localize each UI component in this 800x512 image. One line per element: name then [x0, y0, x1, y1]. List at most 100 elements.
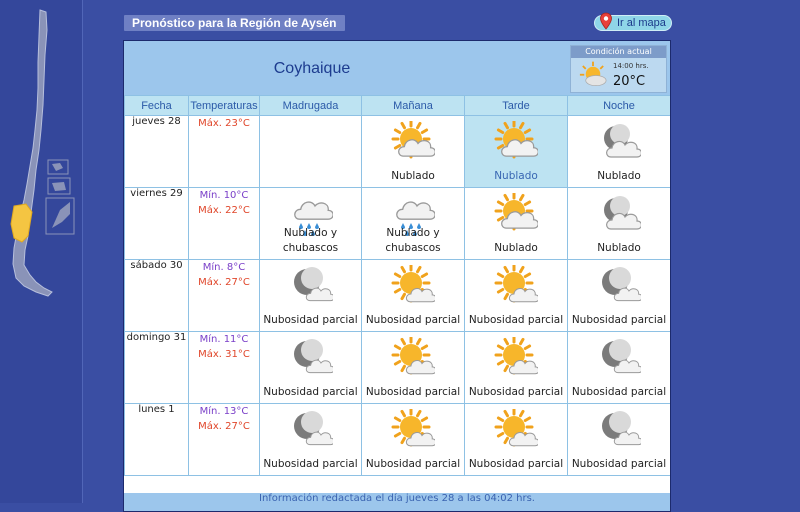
forecast-cell-manana: Nublado: [361, 115, 465, 188]
map-chile-regions[interactable]: [12, 9, 53, 297]
forecast-description: Nublado: [597, 242, 641, 254]
max-temperature: Máx. 27°C: [198, 277, 250, 288]
max-temperature: Máx. 31°C: [198, 349, 250, 360]
forecast-cell-madrugada: Nubosidad parcial: [259, 403, 362, 476]
forecast-description: Nubosidad parcial: [365, 386, 461, 398]
table-row: domingo 31 Mín. 11°C Máx. 31°C Nubosidad p…: [124, 331, 670, 404]
partly-cloudy-sun-icon: [494, 409, 538, 447]
current-conditions: Condición actual 14:00 hrs. 20°C: [570, 45, 667, 93]
partly-cloudy-sun-icon: [494, 337, 538, 375]
day-temperatures: Mín. 13°C Máx. 27°C: [188, 403, 260, 476]
forecast-description: Nubosidad parcial: [263, 458, 358, 470]
forecast-cell-noche: Nublado: [567, 115, 670, 188]
chile-map-panel: [0, 0, 83, 503]
day-temperatures: Máx. 23°C: [188, 115, 260, 188]
forecast-cell-manana: Nublado y chubascos: [361, 187, 465, 260]
forecast-cell-madrugada: [259, 115, 362, 188]
table-header-row: Fecha Temperaturas Madrugada Mañana Tard…: [124, 95, 670, 116]
max-temperature: Máx. 22°C: [198, 205, 250, 216]
forecast-description: Nublado: [494, 242, 538, 254]
city-header: Coyhaique Condición actual 14:00 hrs. 20…: [124, 41, 670, 95]
current-temperature: 20°C: [613, 74, 646, 89]
city-name: Coyhaique: [273, 60, 351, 77]
map-region-aysen[interactable]: [10, 203, 33, 243]
cloudy-sun-icon: [494, 121, 538, 159]
forecast-description: Nubosidad parcial: [263, 314, 358, 326]
current-time: 14:00 hrs.: [613, 62, 649, 70]
map-antarctica: [52, 202, 70, 228]
min-temperature: Mín. 8°C: [202, 262, 246, 273]
current-conditions-label: Condición actual: [571, 46, 666, 58]
partly-cloudy-moon-icon: [602, 267, 641, 302]
day-date: sábado 30: [124, 259, 189, 332]
forecast-description: Nublado: [494, 170, 538, 182]
forecast-description: Nubosidad parcial: [365, 314, 461, 326]
partly-cloudy-sun-icon: [494, 265, 538, 303]
cloudy-moon-icon: [604, 196, 641, 230]
min-temperature: Mín. 10°C: [199, 190, 249, 201]
day-temperatures: Mín. 11°C Máx. 31°C: [188, 331, 260, 404]
map-island-1: [52, 163, 63, 171]
forecast-cell-tarde: Nubosidad parcial: [464, 259, 568, 332]
table-row: jueves 28 Máx. 23°C Nublado Nublado Nubla…: [124, 115, 670, 188]
forecast-table: Fecha Temperaturas Madrugada Mañana Tard…: [124, 95, 670, 476]
partly-cloudy-moon-icon: [293, 267, 333, 302]
day-date: lunes 1: [124, 403, 189, 476]
forecast-cell-tarde: Nublado: [464, 187, 568, 260]
forecast-cell-madrugada: Nublado y chubascos: [259, 187, 362, 260]
forecast-description: Nubosidad parcial: [468, 314, 564, 326]
chile-map[interactable]: [0, 0, 82, 300]
forecast-description: Nubosidad parcial: [365, 458, 461, 470]
map-island-2: [52, 182, 66, 191]
go-to-map-button[interactable]: Ir al mapa: [594, 12, 672, 31]
forecast-cell-manana: Nubosidad parcial: [361, 259, 465, 332]
day-date: domingo 31: [124, 331, 189, 404]
forecast-description: Nublado: [597, 170, 641, 182]
min-temperature: Mín. 11°C: [199, 334, 249, 345]
forecast-cell-madrugada: Nubosidad parcial: [259, 259, 362, 332]
table-row: sábado 30 Mín. 8°C Máx. 27°C Nubosidad par…: [124, 259, 670, 332]
day-date: viernes 29: [124, 187, 189, 260]
header-temperaturas: Temperaturas: [188, 95, 260, 116]
partly-cloudy-moon-icon: [293, 339, 333, 374]
header-tarde: Tarde: [464, 95, 568, 116]
day-temperatures: Mín. 10°C Máx. 22°C: [188, 187, 260, 260]
partly-cloudy-moon-icon: [602, 339, 641, 374]
cloudy-moon-icon: [604, 124, 641, 158]
partly-cloudy-sun-icon: [391, 409, 435, 447]
day-temperatures: Mín. 8°C Máx. 27°C: [188, 259, 260, 332]
header-fecha: Fecha: [124, 95, 189, 116]
forecast-description: Nublado: [391, 170, 435, 182]
max-temperature: Máx. 23°C: [198, 118, 250, 129]
cloudy-sun-icon: [494, 193, 538, 231]
forecast-cell-tarde: Nublado: [464, 115, 568, 188]
forecast-cell-manana: Nubosidad parcial: [361, 403, 465, 476]
forecast-description: Nubosidad parcial: [263, 386, 358, 398]
forecast-cell-noche: Nubosidad parcial: [567, 331, 670, 404]
forecast-description: Nubosidad parcial: [571, 458, 667, 470]
day-date: jueves 28: [124, 115, 189, 188]
cloudy-sun-icon: [391, 121, 435, 159]
forecast-cell-tarde: Nubosidad parcial: [464, 403, 568, 476]
forecast-cell-manana: Nubosidad parcial: [361, 331, 465, 404]
forecast-cell-tarde: Nubosidad parcial: [464, 331, 568, 404]
forecast-cell-noche: Nublado: [567, 187, 670, 260]
forecast-description: Nublado y chubascos: [282, 227, 339, 254]
forecast-description: Nubosidad parcial: [468, 386, 564, 398]
max-temperature: Máx. 27°C: [198, 421, 250, 432]
min-temperature: Mín. 13°C: [199, 406, 249, 417]
map-pin-icon: [600, 12, 612, 30]
forecast-cell-madrugada: Nubosidad parcial: [259, 331, 362, 404]
forecast-description: Nubosidad parcial: [571, 386, 667, 398]
header-noche: Noche: [567, 95, 670, 116]
forecast-cell-noche: Nubosidad parcial: [567, 403, 670, 476]
partly-cloudy-moon-icon: [602, 411, 641, 446]
forecast-description: Nubosidad parcial: [468, 458, 564, 470]
header-manana: Mañana: [361, 95, 465, 116]
partly-cloudy-moon-icon: [293, 411, 333, 446]
partly-cloudy-sun-icon: [391, 337, 435, 375]
forecast-description: Nubosidad parcial: [571, 314, 667, 326]
partly-cloudy-sun-icon: [391, 265, 435, 303]
partly-cloudy-sun-icon: [579, 61, 607, 86]
go-to-map-label: Ir al mapa: [617, 17, 666, 29]
